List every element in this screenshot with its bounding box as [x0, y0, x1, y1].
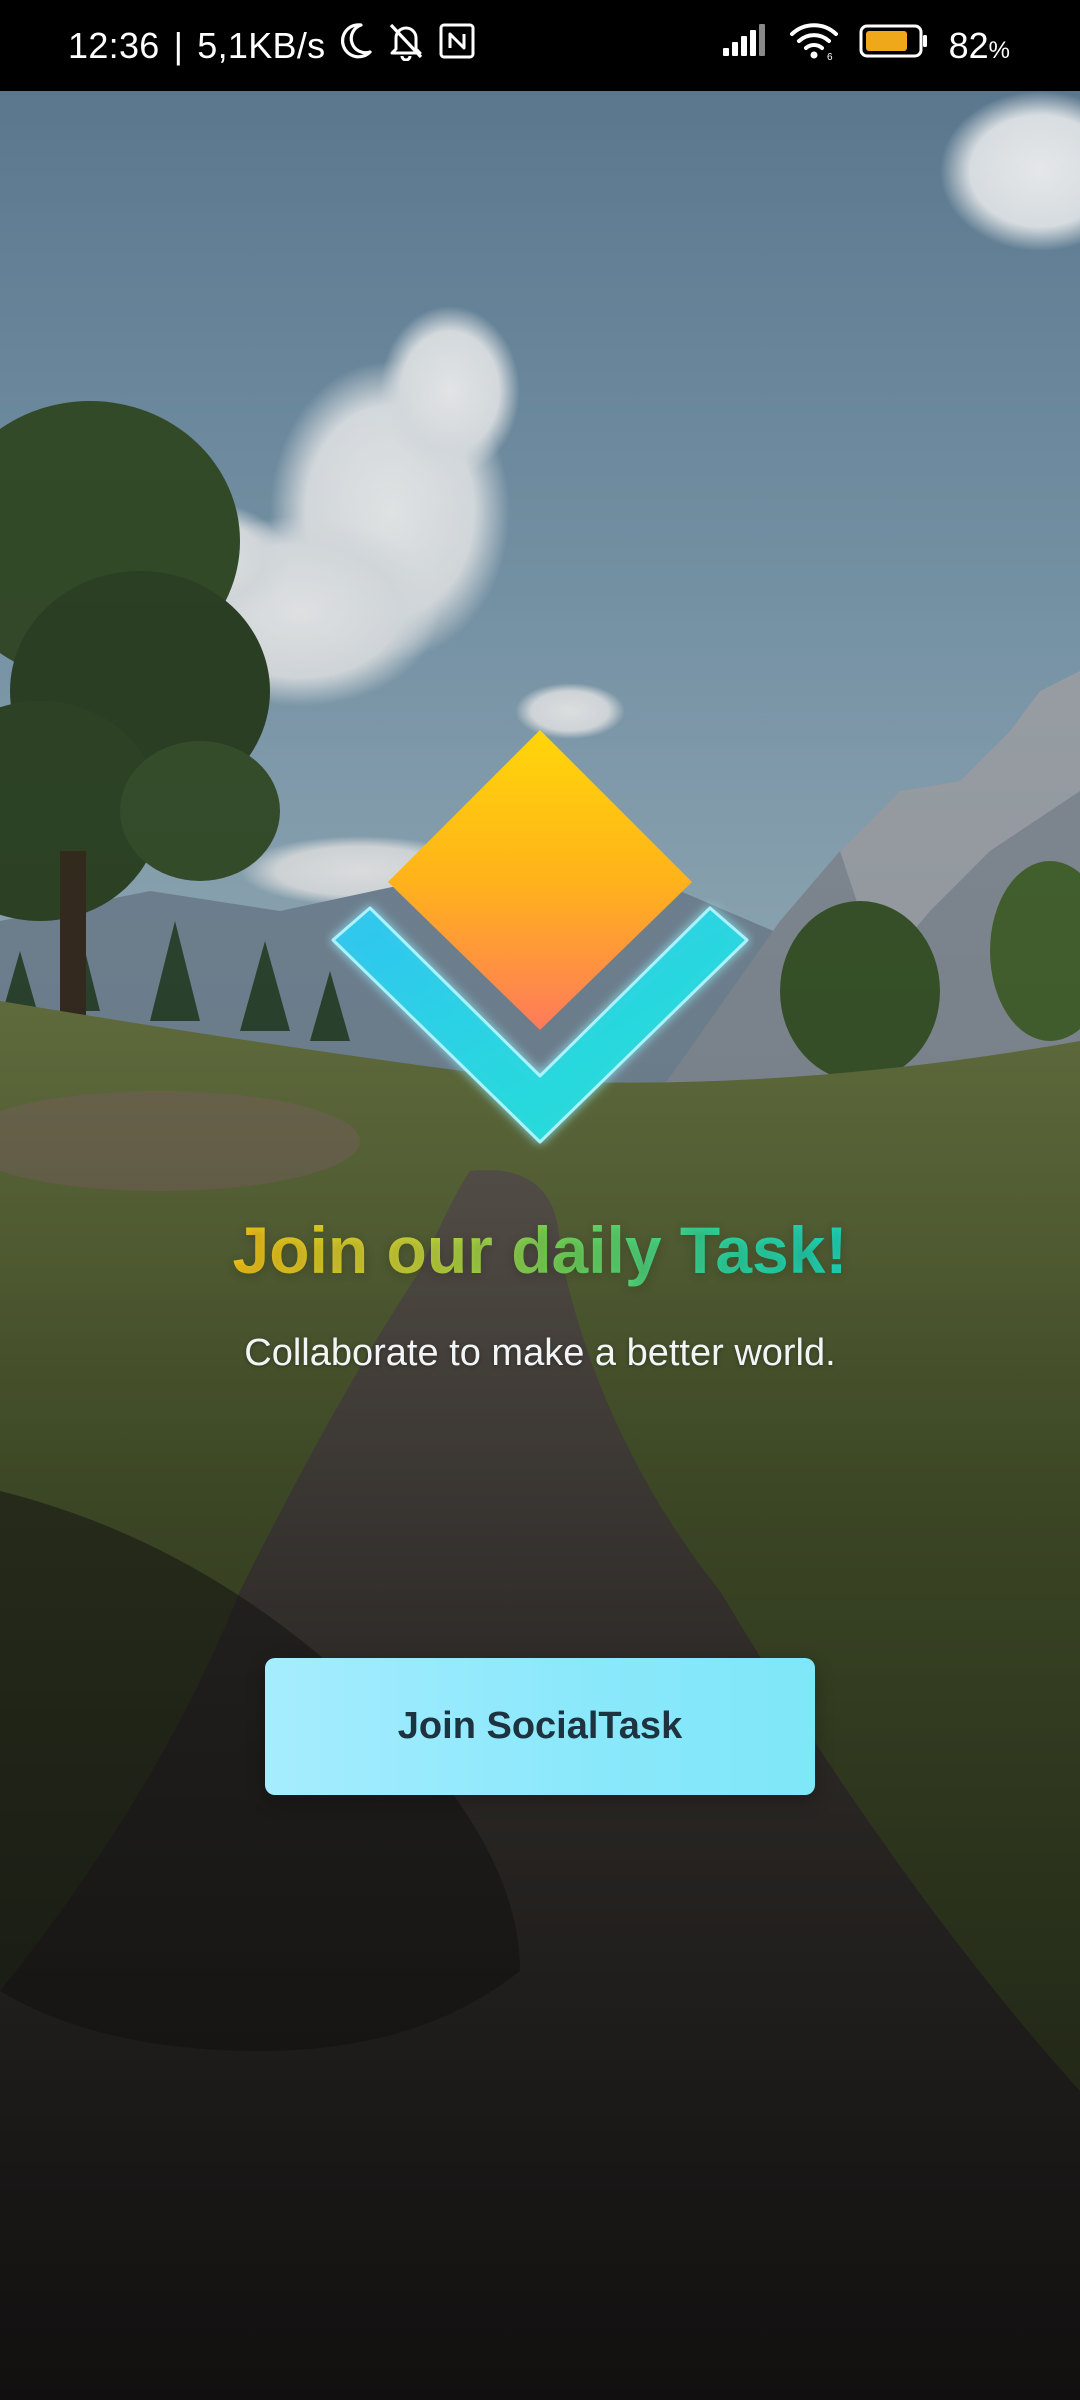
battery-percent-value: 82	[948, 24, 989, 66]
battery-icon	[859, 23, 929, 68]
bell-off-icon	[387, 21, 425, 70]
svg-text:6: 6	[827, 52, 833, 61]
onboarding-screen: 12:36 | 5,1KB/s 6 82% Join our daily Tas…	[0, 0, 1080, 2400]
status-left: 12:36 | 5,1KB/s	[68, 0, 475, 91]
battery-percent-sign: %	[988, 36, 1010, 64]
join-button-label: Join SocialTask	[397, 1705, 683, 1747]
signal-icon	[721, 24, 769, 67]
app-logo	[325, 720, 755, 1160]
moon-icon	[339, 22, 373, 69]
wifi-icon: 6	[789, 21, 839, 70]
headline: Join our daily Task!	[0, 1205, 1080, 1295]
status-separator: |	[173, 24, 184, 66]
status-right: 6 82%	[721, 0, 1010, 91]
nfc-icon	[439, 23, 475, 68]
clock: 12:36	[68, 24, 160, 66]
battery-percentage: 82%	[949, 25, 1010, 67]
subheadline: Collaborate to make a better world.	[244, 1332, 836, 1374]
network-speed: 5,1KB/s	[197, 24, 326, 66]
headline-text: Join our daily Task!	[232, 1213, 848, 1287]
status-bar: 12:36 | 5,1KB/s 6 82%	[0, 0, 1080, 91]
join-socialtask-button[interactable]: Join SocialTask	[265, 1658, 815, 1795]
